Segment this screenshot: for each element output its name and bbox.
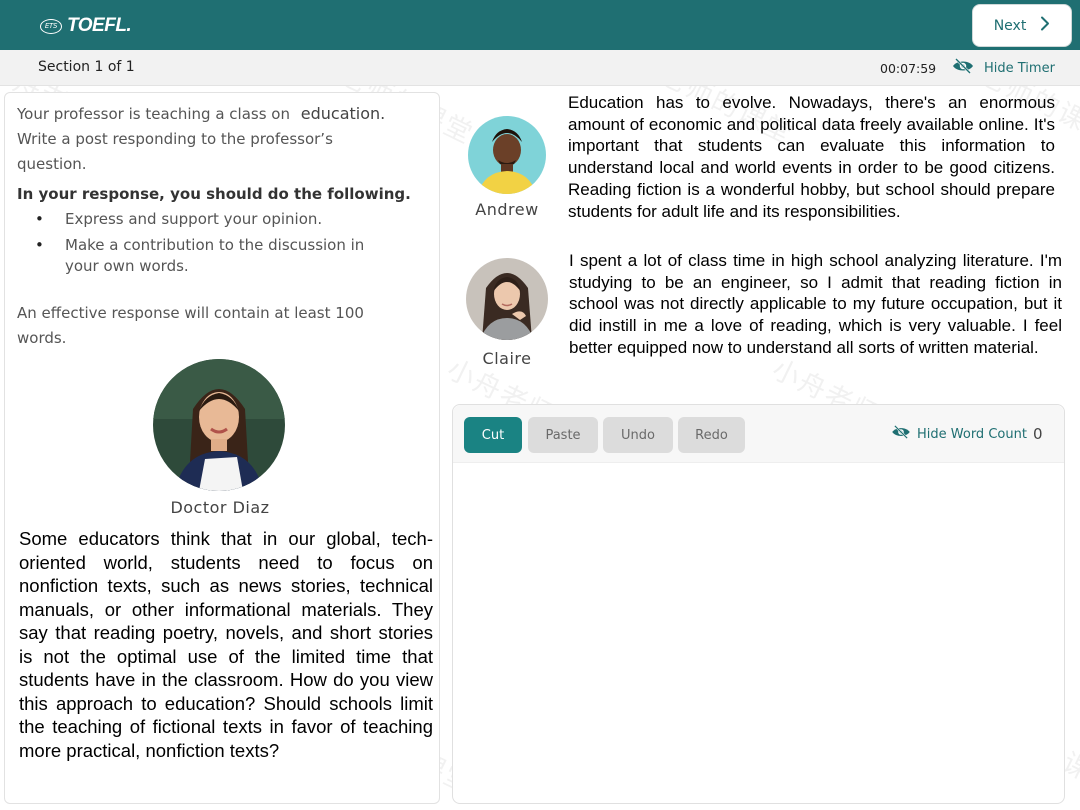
response-textarea[interactable] (454, 465, 1063, 801)
editor-toolbar: Cut Paste Undo Redo Hide Word Count 0 (453, 405, 1064, 463)
student-name-claire: Claire (482, 349, 532, 368)
toefl-logo: ETS TOEFL. (40, 14, 132, 38)
timer: 00:07:59 (880, 61, 937, 76)
prompt-intro: Your professor is teaching a class on ed… (17, 101, 397, 177)
ets-badge-icon: ETS (40, 18, 62, 34)
professor-avatar (153, 359, 285, 491)
list-item: Express and support your opinion. (35, 209, 375, 230)
professor-question: Some educators think that in our global,… (19, 528, 433, 761)
hide-word-count-button[interactable]: Hide Word Count (891, 425, 1027, 443)
hide-timer-button[interactable]: Hide Timer (952, 57, 1055, 79)
instructions-heading: In your response, you should do the foll… (17, 185, 411, 203)
hide-timer-label: Hide Timer (984, 60, 1055, 76)
cut-button[interactable]: Cut (464, 417, 522, 453)
section-bar: Section 1 of 1 00:07:59 Hide Timer (0, 50, 1080, 86)
next-button[interactable]: Next (972, 4, 1072, 47)
prompt-intro-prefix: Your professor is teaching a class on (17, 105, 290, 123)
prompt-panel: Your professor is teaching a class on ed… (4, 92, 440, 804)
prompt-intro-suffix: Write a post responding to the professor… (17, 130, 333, 173)
eye-slash-icon (891, 425, 911, 443)
response-editor: Cut Paste Undo Redo Hide Word Count 0 (452, 404, 1065, 804)
professor-name: Doctor Diaz (170, 498, 270, 517)
undo-button[interactable]: Undo (603, 417, 673, 453)
logo-text: TOEFL. (67, 15, 132, 36)
next-button-label: Next (993, 17, 1027, 34)
instructions-list: Express and support your opinion. Make a… (35, 209, 375, 282)
hide-word-count-label: Hide Word Count (917, 426, 1027, 442)
prompt-topic: education. (300, 104, 386, 123)
student-avatar-andrew (468, 116, 546, 194)
list-item: Make a contribution to the discussion in… (35, 235, 375, 277)
redo-button[interactable]: Redo (678, 417, 745, 453)
eye-slash-icon (952, 58, 974, 78)
student-name-andrew: Andrew (475, 200, 539, 219)
student-avatar-claire (466, 258, 548, 340)
top-bar: ETS TOEFL. Next (0, 0, 1080, 50)
section-label: Section 1 of 1 (38, 59, 135, 75)
student-post-claire: I spent a lot of class time in high scho… (569, 251, 1062, 357)
chevron-right-icon (1040, 16, 1050, 35)
student-post-andrew: Education has to evolve. Nowadays, there… (568, 93, 1055, 221)
paste-button[interactable]: Paste (528, 417, 598, 453)
min-words-note: An effective response will contain at le… (17, 304, 364, 347)
word-count: 0 (1033, 425, 1043, 443)
